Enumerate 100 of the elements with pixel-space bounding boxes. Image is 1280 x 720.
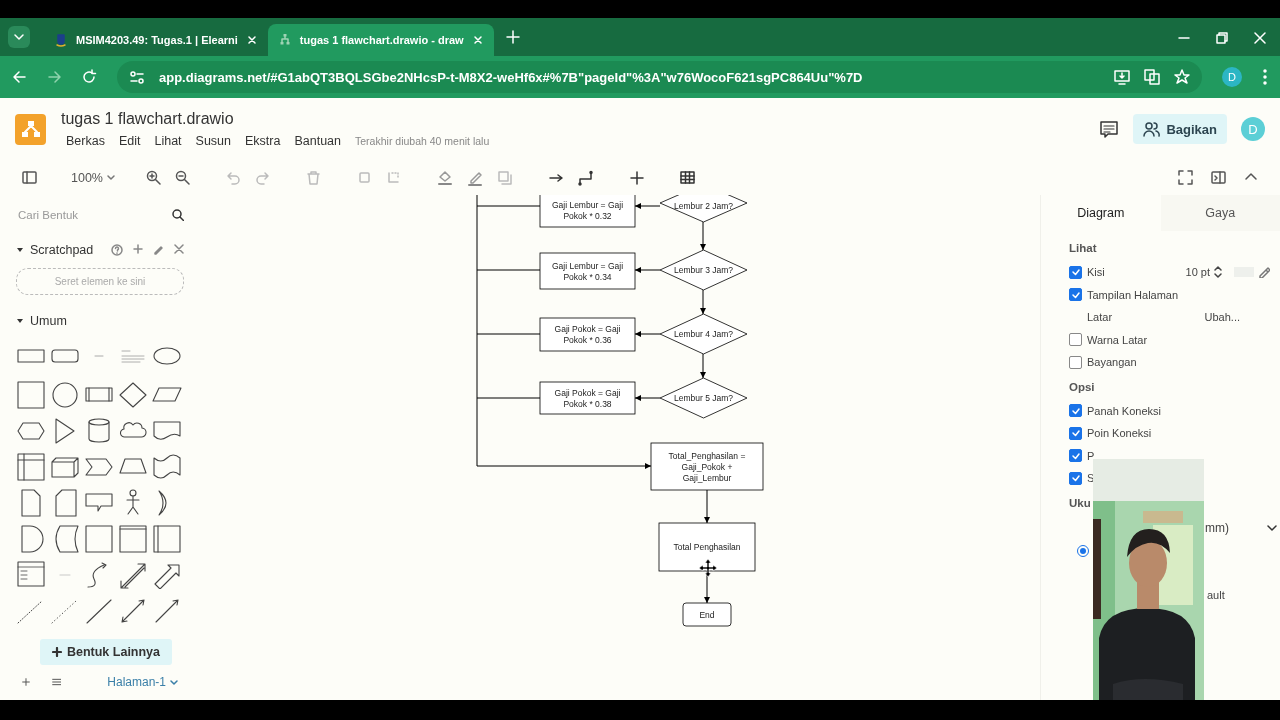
checkbox[interactable] xyxy=(1069,404,1082,418)
share-button[interactable]: Bagikan xyxy=(1133,114,1227,144)
search-icon[interactable] xyxy=(172,208,184,221)
list-shape-icon[interactable] xyxy=(152,524,182,553)
menu-item[interactable]: Lihat xyxy=(154,134,182,148)
decision-diamond[interactable] xyxy=(659,377,748,419)
fill-color-icon[interactable] xyxy=(437,169,453,186)
double-arrow-shape-icon[interactable] xyxy=(118,560,148,589)
diamond-shape-icon[interactable] xyxy=(118,380,148,409)
grid-size-field[interactable]: 10 pt xyxy=(1185,266,1210,279)
checkbox[interactable] xyxy=(1069,288,1082,302)
back-icon[interactable] xyxy=(12,69,27,85)
checkbox-label[interactable]: Tampilan Halaman xyxy=(1087,288,1179,301)
caret-icon xyxy=(170,678,178,686)
table-shape-icon[interactable] xyxy=(16,452,46,481)
zoom-out-icon[interactable] xyxy=(175,170,190,185)
container-shape-icon[interactable] xyxy=(118,524,148,553)
waypoint-icon[interactable] xyxy=(578,169,594,186)
connector-arrow xyxy=(700,353,706,379)
change-link[interactable]: Ubah... xyxy=(1204,311,1240,324)
more-shapes-button[interactable]: Bentuk Lainnya xyxy=(40,638,172,665)
help-icon[interactable] xyxy=(111,244,123,257)
checkbox-label[interactable]: Bayangan xyxy=(1087,356,1137,369)
checkbox-label[interactable]: P xyxy=(1087,449,1095,462)
sidebar-toggle-icon[interactable] xyxy=(22,170,37,185)
decision-diamond[interactable] xyxy=(659,195,748,223)
browser-tab[interactable]: MSIM4203.49: Tugas.1 | Elearni xyxy=(44,24,268,56)
checkbox-label[interactable]: Poin Koneksi xyxy=(1087,427,1152,440)
table-icon[interactable] xyxy=(680,170,695,185)
setting-label: Latar xyxy=(1087,311,1113,324)
process-box[interactable] xyxy=(539,195,636,228)
zoom-dropdown[interactable]: 100% xyxy=(65,169,122,186)
checkbox-label[interactable]: Panah Koneksi xyxy=(1087,404,1161,417)
connector-arrow xyxy=(634,267,661,273)
node-label: Gaji Pokok = Gaji Pokok * 0.38 xyxy=(554,387,621,409)
menu-item[interactable]: Edit xyxy=(118,134,141,148)
site-settings-icon[interactable] xyxy=(129,69,145,85)
decision-diamond[interactable] xyxy=(659,313,748,355)
reload-icon[interactable] xyxy=(82,69,97,85)
decision-diamond[interactable] xyxy=(659,249,748,291)
checkbox-label[interactable]: Kisi xyxy=(1087,266,1105,279)
checkbox[interactable] xyxy=(1069,355,1082,369)
star-icon[interactable] xyxy=(1174,69,1190,85)
more-icon[interactable] xyxy=(1262,69,1268,85)
close-icon[interactable] xyxy=(245,34,258,46)
address-bar[interactable]: app.diagrams.net/#G1abQT3BQLSGbe2NHcsP-t-M8X2-weHf6x#%7B"pageId"%3A"w76WocoF621sgPC864Uu"%7D xyxy=(117,61,1202,93)
zoom-in-icon[interactable] xyxy=(146,170,161,185)
process-box[interactable] xyxy=(658,522,756,572)
panel-tab[interactable]: Diagram xyxy=(1041,195,1161,231)
node-label: Lembur 5 Jam? xyxy=(673,393,734,403)
plus-icon[interactable] xyxy=(630,170,644,185)
checkbox-label[interactable]: Warna Latar xyxy=(1087,333,1148,346)
bidirectional-arrow-shape-icon[interactable] xyxy=(118,596,148,625)
fullscreen-icon[interactable] xyxy=(1178,170,1193,185)
close-icon[interactable] xyxy=(174,244,184,255)
end-terminal[interactable] xyxy=(682,602,732,627)
translate-icon[interactable] xyxy=(1144,69,1160,85)
page-tab[interactable]: Halaman-1 xyxy=(101,674,184,691)
process-box[interactable] xyxy=(650,442,764,491)
panel-tab[interactable]: Gaya xyxy=(1160,195,1280,231)
comment-icon[interactable] xyxy=(1099,119,1120,139)
circle-shape-icon[interactable] xyxy=(50,380,80,409)
menu-item[interactable]: Susun xyxy=(195,134,231,148)
check-icon xyxy=(1070,428,1081,439)
menu-item[interactable]: Bantuan xyxy=(294,134,342,148)
restore-icon[interactable] xyxy=(1216,32,1228,44)
section-title[interactable]: Umum xyxy=(30,314,184,329)
plus-icon[interactable] xyxy=(133,244,143,255)
swimlane-shape-icon[interactable] xyxy=(16,560,46,589)
checkbox[interactable] xyxy=(1069,449,1082,463)
paper-size-dropdown[interactable]: mm) xyxy=(1205,520,1229,535)
tab-search-button[interactable] xyxy=(8,26,30,48)
last-saved-text[interactable]: Terakhir diubah 40 menit lalu xyxy=(355,135,490,147)
install-icon[interactable] xyxy=(1114,69,1130,85)
menu-item[interactable]: Ekstra xyxy=(245,134,281,148)
search-field[interactable]: Cari Bentuk xyxy=(16,208,138,221)
spinner-icon[interactable] xyxy=(1214,266,1222,279)
checkbox[interactable] xyxy=(1069,265,1082,279)
process-box[interactable] xyxy=(539,381,636,415)
caret-icon[interactable] xyxy=(1267,523,1277,532)
eyedropper-icon[interactable] xyxy=(1258,266,1270,279)
diagram-icon xyxy=(19,119,42,139)
browser-tab[interactable]: tugas 1 flawchart.drawio - draw xyxy=(267,24,494,56)
caret-icon xyxy=(106,173,116,182)
checkbox[interactable] xyxy=(1069,333,1082,347)
checkbox[interactable] xyxy=(1069,426,1082,440)
process-box[interactable] xyxy=(539,317,636,352)
plus-icon[interactable] xyxy=(22,676,30,689)
move-cursor-icon xyxy=(698,558,718,578)
line-color-icon[interactable] xyxy=(467,169,483,186)
close-icon[interactable] xyxy=(471,34,484,46)
process-box[interactable] xyxy=(539,252,636,290)
document-title[interactable]: tugas 1 flawchart.drawio xyxy=(61,110,490,128)
format-panel-icon[interactable] xyxy=(1211,170,1226,185)
pencil-icon[interactable] xyxy=(153,244,164,256)
section-title[interactable]: Scratchpad xyxy=(30,243,105,258)
checkbox[interactable] xyxy=(1069,471,1082,485)
plus-icon xyxy=(51,646,62,657)
tape-shape-icon[interactable] xyxy=(152,452,182,481)
menu-item[interactable]: Berkas xyxy=(66,134,105,148)
